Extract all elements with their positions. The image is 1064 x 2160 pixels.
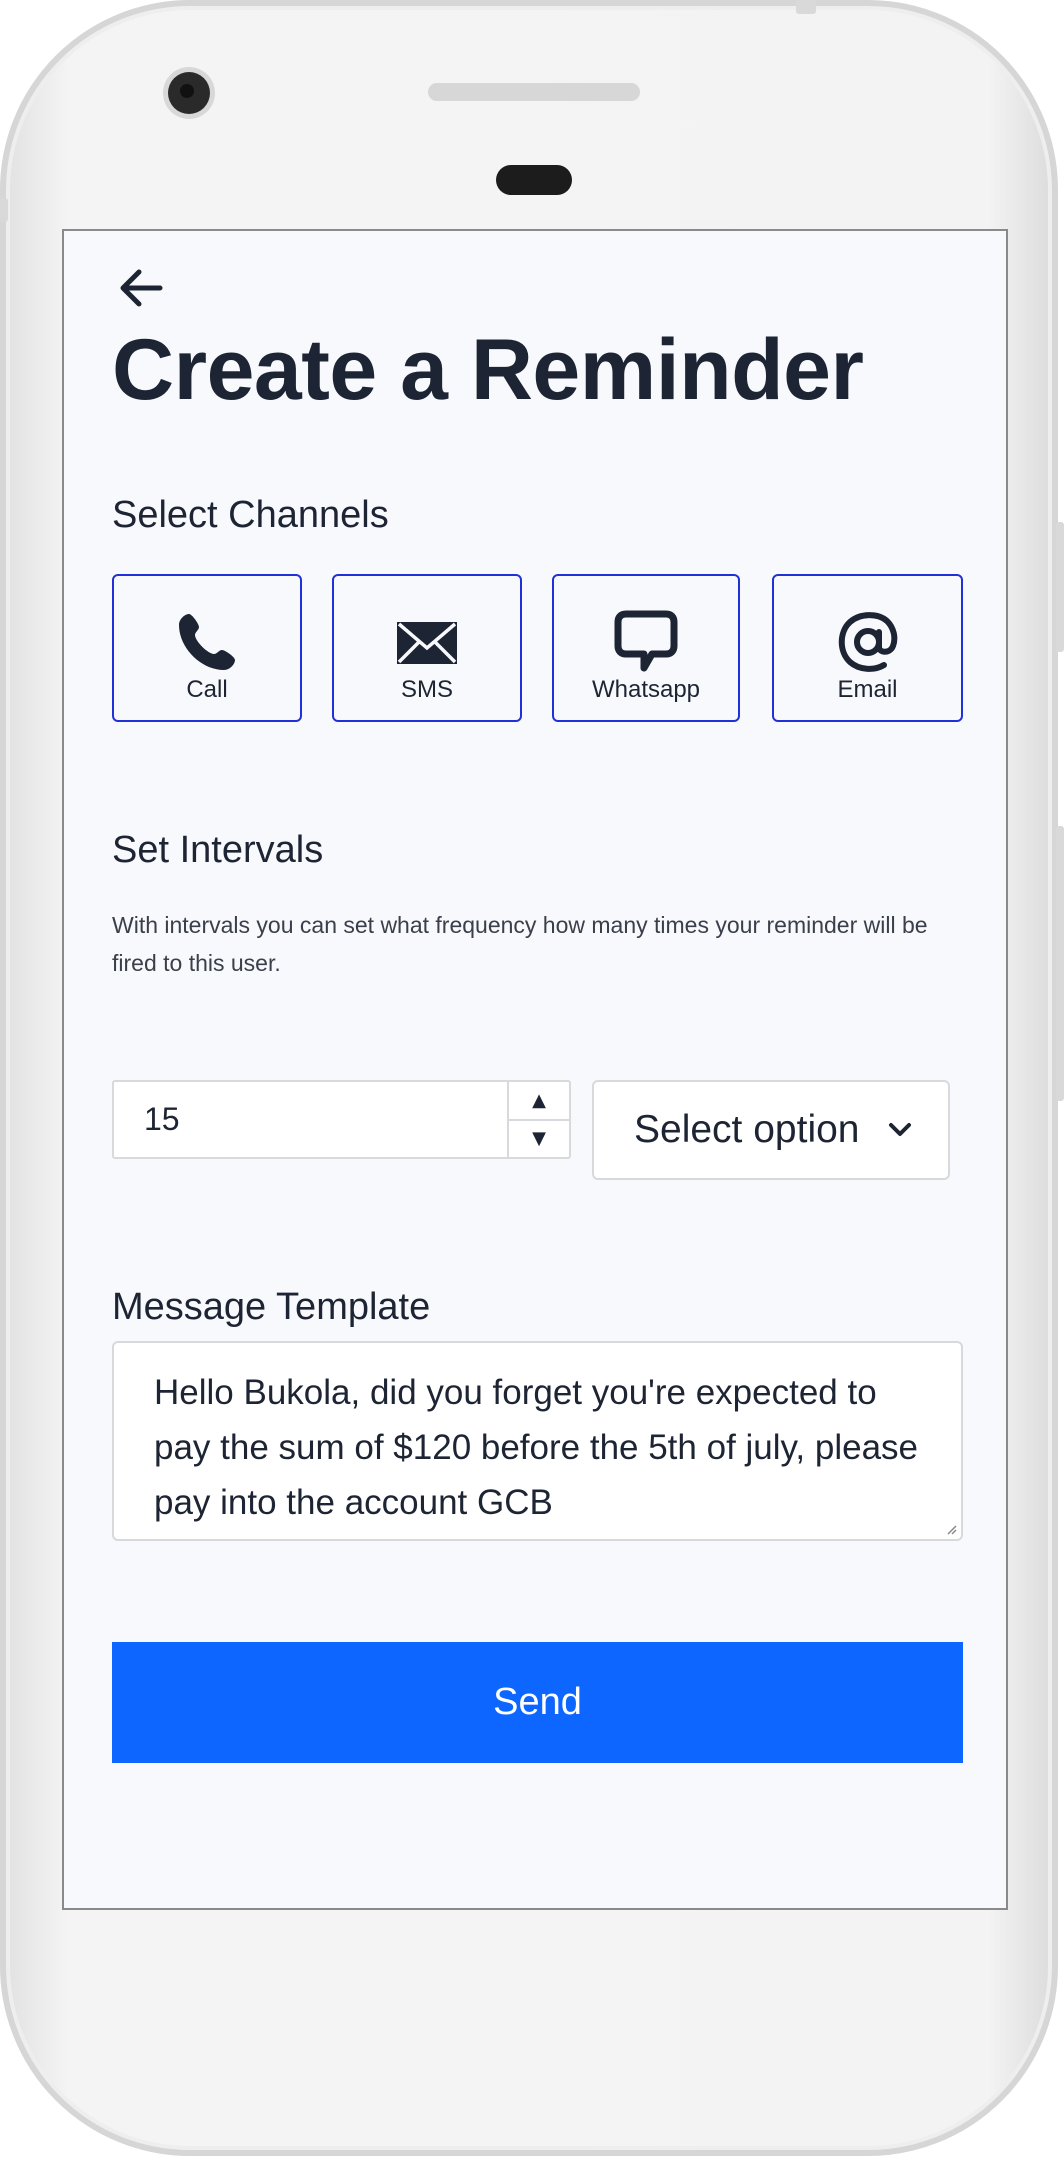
interval-number-value: 15 <box>144 1101 180 1137</box>
app-screen: Create a Reminder Select Channels Call S… <box>62 229 1008 1910</box>
set-intervals-label: Set Intervals <box>112 829 324 871</box>
side-button-left <box>0 198 8 222</box>
select-channels-label: Select Channels <box>112 494 389 536</box>
at-sign-icon <box>838 612 897 672</box>
channel-sms-button[interactable]: SMS <box>332 574 522 722</box>
number-stepper: ▲ ▼ <box>507 1082 569 1157</box>
proximity-sensor <box>496 165 572 195</box>
channel-email-label: Email <box>837 676 898 703</box>
back-button[interactable] <box>116 263 166 313</box>
chat-bubble-icon <box>614 610 678 672</box>
channel-whatsapp-label: Whatsapp <box>591 676 701 703</box>
page-title: Create a Reminder <box>112 322 864 418</box>
send-button[interactable]: Send <box>112 1642 963 1763</box>
channel-whatsapp-button[interactable]: Whatsapp <box>552 574 740 722</box>
side-button-top <box>796 0 816 14</box>
channel-call-button[interactable]: Call <box>112 574 302 722</box>
channel-options: Call SMS Whatsapp Email <box>112 574 963 722</box>
phone-frame: Create a Reminder Select Channels Call S… <box>0 0 1064 2156</box>
front-camera <box>168 72 210 114</box>
earpiece-speaker <box>428 83 640 101</box>
side-button-right-2 <box>1056 826 1064 1101</box>
side-button-right-1 <box>1056 522 1064 652</box>
envelope-icon <box>397 622 457 664</box>
intervals-description: With intervals you can set what frequenc… <box>112 912 928 976</box>
message-template-value: Hello Bukola, did you forget you're expe… <box>154 1373 919 1522</box>
arrow-left-icon <box>120 269 163 307</box>
stepper-up-button[interactable]: ▲ <box>509 1082 569 1121</box>
channel-email-button[interactable]: Email <box>772 574 963 722</box>
resize-handle-icon[interactable] <box>945 1523 957 1535</box>
message-template-label: Message Template <box>112 1286 431 1328</box>
chevron-down-icon <box>889 1123 911 1136</box>
select-value: Select option <box>634 1108 860 1151</box>
channel-call-label: Call <box>186 676 228 703</box>
interval-number-input[interactable]: 15 ▲ ▼ <box>112 1080 571 1159</box>
channel-sms-label: SMS <box>400 676 453 703</box>
message-template-textarea[interactable]: Hello Bukola, did you forget you're expe… <box>112 1341 963 1541</box>
interval-unit-select[interactable]: Select option <box>592 1080 950 1180</box>
phone-icon <box>179 614 235 670</box>
stepper-down-button[interactable]: ▼ <box>509 1120 569 1157</box>
